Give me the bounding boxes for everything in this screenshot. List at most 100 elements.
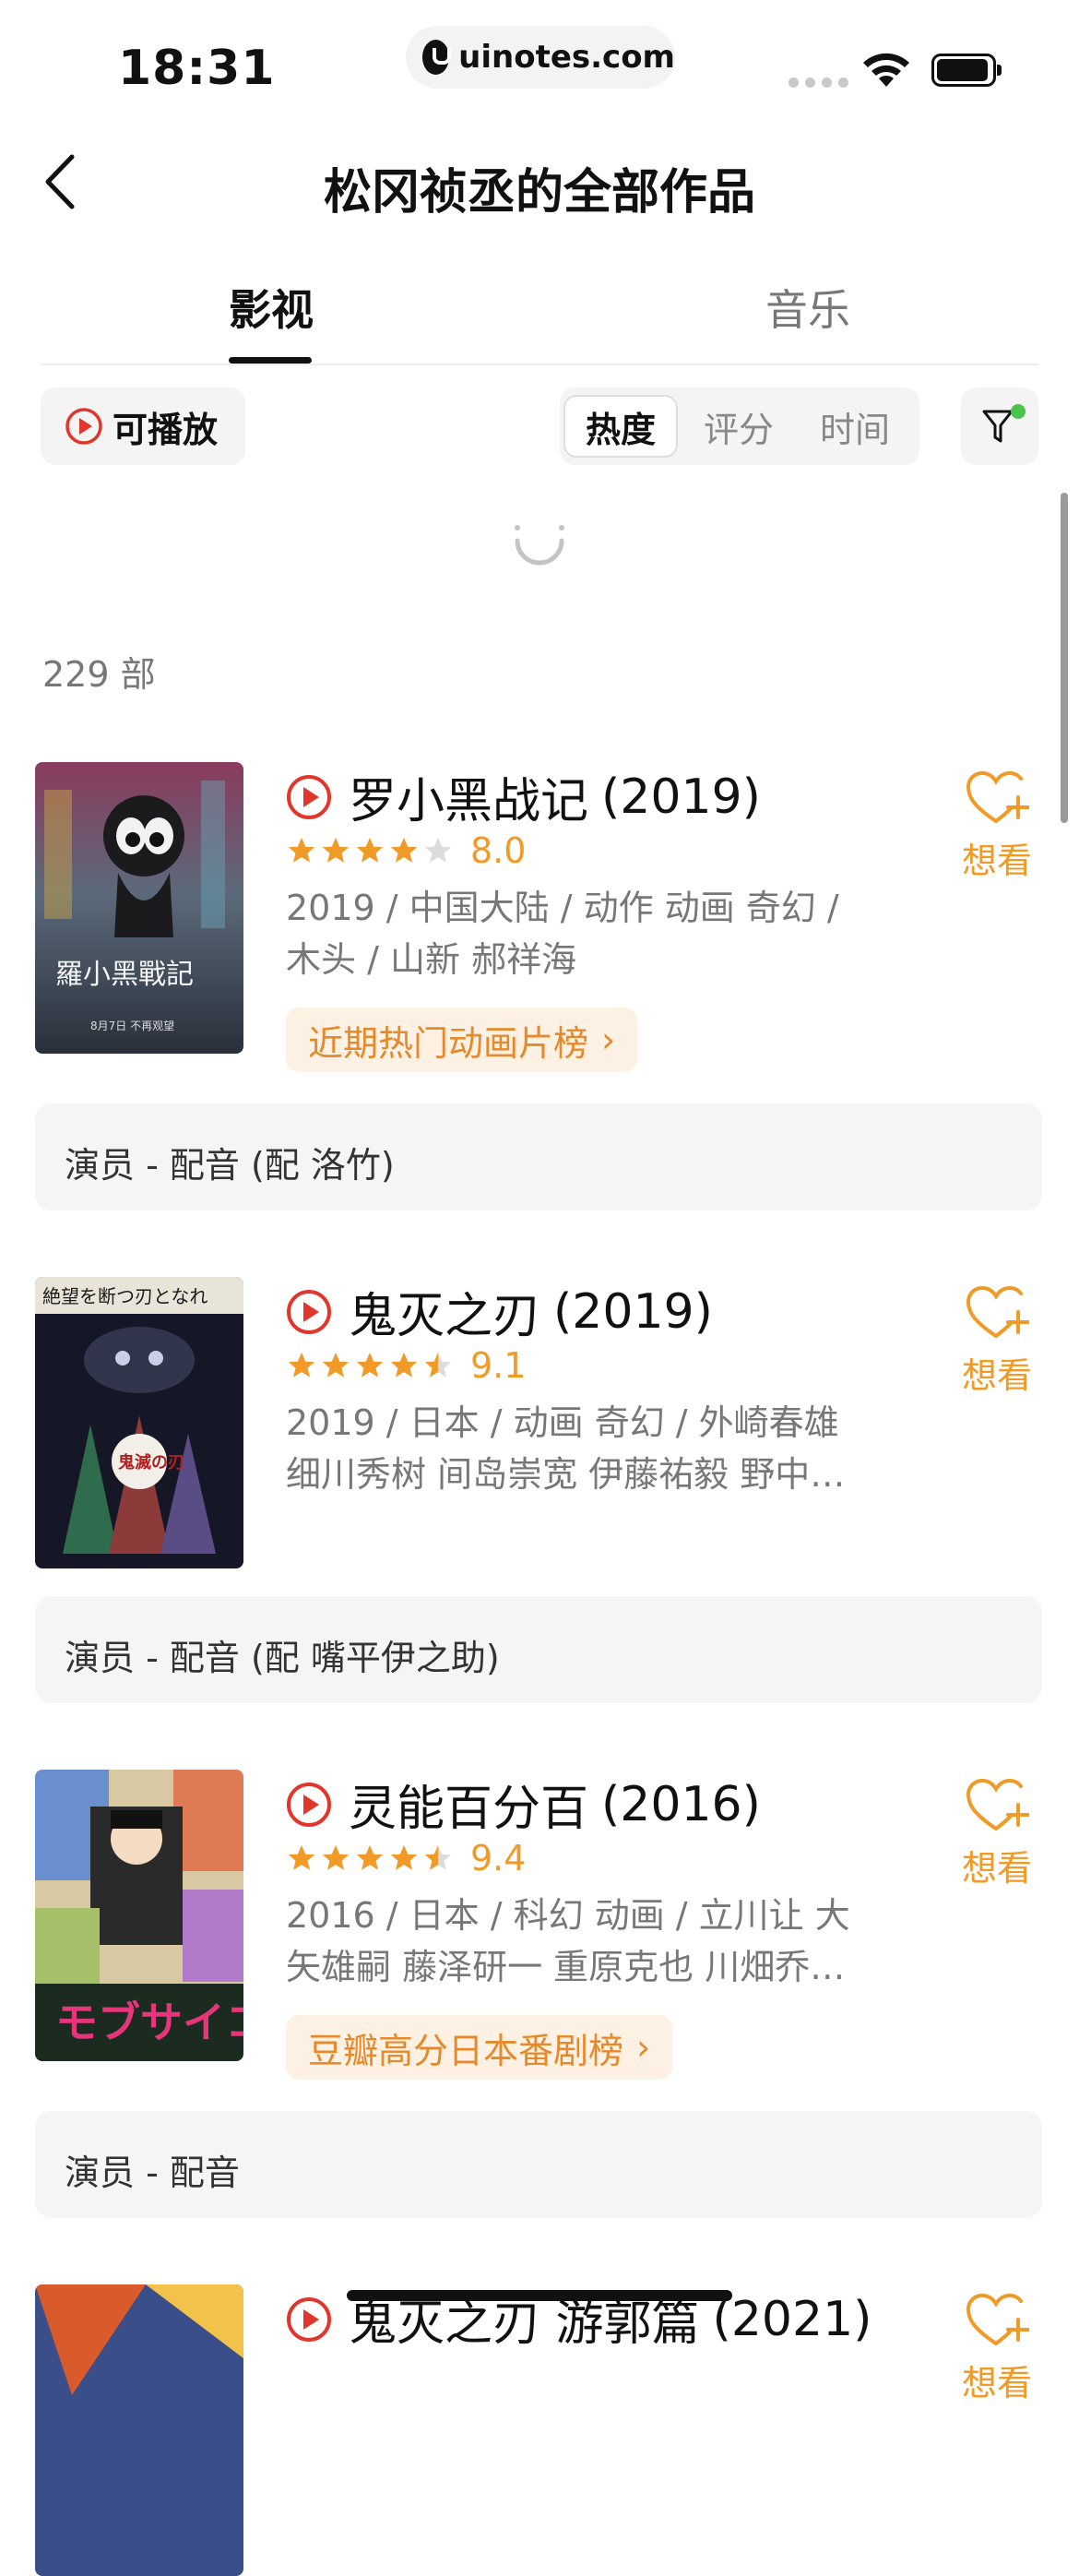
rating-row: 8.0 [286,830,526,871]
star-half-icon [424,1352,452,1377]
movie-year: (2016) [601,1776,761,1832]
movie-title: 灵能百分百 [349,1782,589,1837]
movie-poster[interactable]: モブサイコ [35,1770,243,2061]
movie-year: (2019) [601,769,761,825]
home-indicator[interactable] [347,2290,732,2301]
svg-text:モブサイコ: モブサイコ [55,1998,243,2047]
battery-icon [931,54,1002,87]
playable-label: 可播放 [113,409,219,450]
rating-row: 9.1 [286,1345,526,1386]
filter-button[interactable] [961,388,1038,465]
want-to-watch-button[interactable]: 想看 [955,1284,1038,1398]
filter-active-dot [1011,404,1026,419]
rank-tag-label: 豆瓣高分日本番剧榜 [308,2030,624,2071]
heart-plus-icon [966,1285,1029,1338]
sort-segmented-control: 热度 评分 时间 [560,388,919,465]
wifi-icon [863,53,909,87]
play-circle-icon [287,2296,331,2342]
role-box: 演员 - 配音 [35,2111,1042,2218]
role-text: 演员 - 配音 [65,2153,240,2193]
star-full-icon [390,1844,418,1870]
want-label: 想看 [961,1848,1032,1889]
movie-meta-line: 2016 / 日本 / 科幻 动画 / 立川让 大 [286,1895,850,1936]
movie-year: (2021) [712,2291,872,2347]
star-full-icon [390,837,418,863]
chevron-right-icon: › [636,2027,651,2068]
movie-meta: 2016 / 日本 / 科幻 动画 / 立川让 大 矢雄嗣 藤泽研一 重原克也 … [286,1890,885,1993]
page-title: 松冈祯丞的全部作品 [323,165,755,221]
url-text: uinotes.com [458,39,675,76]
rating-score: 9.4 [470,1838,527,1878]
want-to-watch-button[interactable]: 想看 [955,1777,1038,1890]
tab-divider [41,364,1038,365]
scrollbar[interactable] [1061,493,1068,823]
url-pill[interactable]: uinotes.com [406,26,675,89]
movie-meta-line: 木头 / 山新 郝祥海 [286,939,577,980]
star-full-icon [322,837,350,863]
sort-by-time[interactable]: 时间 [798,395,912,458]
want-to-watch-button[interactable]: 想看 [955,769,1038,883]
want-label: 想看 [961,2363,1032,2403]
star-empty-icon [424,837,452,863]
want-label: 想看 [961,841,1032,881]
role-box: 演员 - 配音 (配 洛竹) [35,1103,1042,1210]
star-full-icon [322,1352,350,1377]
star-full-icon [288,837,315,863]
role-text: 演员 - 配音 (配 嘴平伊之助) [65,1638,500,1678]
rank-tag-label: 近期热门动画片榜 [308,1022,589,1064]
heart-plus-icon [966,2293,1029,2345]
movie-title: 鬼灭之刃 [349,1289,541,1344]
status-bar: 18:31 uinotes.com [0,0,1079,120]
movie-year: (2019) [553,1283,713,1340]
works-count: 229 部 [42,654,156,695]
playable-filter-button[interactable]: 可播放 [41,388,245,465]
svg-text:絶望を断つ刃となれ: 絶望を断つ刃となれ [42,1285,208,1307]
movie-meta-line: 2019 / 日本 / 动画 奇幻 / 外崎春雄 [286,1402,839,1443]
movie-poster[interactable]: 羅小黑戰記 8月7日 不再观望 [35,762,243,1054]
want-label: 想看 [961,1355,1032,1396]
star-full-icon [356,1844,384,1870]
loading-spinner-icon [515,525,564,566]
star-rating [286,1350,454,1381]
heart-plus-icon [966,1778,1029,1831]
star-full-icon [322,1844,350,1870]
chevron-right-icon: › [601,1020,616,1060]
star-full-icon [288,1352,315,1377]
star-full-icon [356,837,384,863]
site-logo-icon [422,40,452,75]
cellular-signal-icon [788,78,848,88]
movie-title: 罗小黑战记 [349,774,589,829]
star-full-icon [356,1352,384,1377]
rank-tag[interactable]: 近期热门动画片榜 › [286,1008,638,1072]
sort-by-popularity[interactable]: 热度 [563,395,678,458]
rank-tag[interactable]: 豆瓣高分日本番剧榜 › [286,2015,673,2080]
tab-music[interactable]: 音乐 [765,277,850,338]
movie-meta-line: 细川秀树 间岛崇宽 伊藤祐毅 野中… [286,1454,846,1495]
play-circle-icon [65,408,102,445]
movie-meta-line: 2019 / 中国大陆 / 动作 动画 奇幻 / [286,888,839,928]
star-rating [286,1843,454,1874]
movie-meta: 2019 / 日本 / 动画 奇幻 / 外崎春雄 细川秀树 间岛崇宽 伊藤祐毅 … [286,1397,885,1500]
rating-score: 8.0 [470,830,527,871]
star-full-icon [288,1844,315,1870]
rating-score: 9.1 [470,1345,527,1386]
star-full-icon [390,1352,418,1377]
movie-poster[interactable]: 絶望を断つ刃となれ 鬼滅の刃 [35,1277,243,1568]
movie-meta-line: 矢雄嗣 藤泽研一 重原克也 川畑乔… [286,1947,846,1987]
active-tab-indicator [229,357,312,364]
star-rating [286,835,454,866]
svg-text:8月7日 不再观望: 8月7日 不再观望 [90,1020,174,1032]
play-circle-icon [287,1289,331,1334]
play-circle-icon [287,774,331,819]
svg-text:羅小黑戰記: 羅小黑戰記 [55,959,194,991]
play-circle-icon [287,1782,331,1827]
role-text: 演员 - 配音 (配 洛竹) [65,1145,395,1186]
rating-row: 9.4 [286,1838,526,1878]
star-half-icon [424,1844,452,1870]
sort-by-rating[interactable]: 评分 [682,395,796,458]
want-to-watch-button[interactable]: 想看 [955,2292,1038,2405]
status-time: 18:31 [118,41,276,96]
movie-poster[interactable] [35,2284,243,2576]
movie-meta: 2019 / 中国大陆 / 动作 动画 奇幻 / 木头 / 山新 郝祥海 [286,882,885,985]
tab-film[interactable]: 影视 [229,277,314,338]
